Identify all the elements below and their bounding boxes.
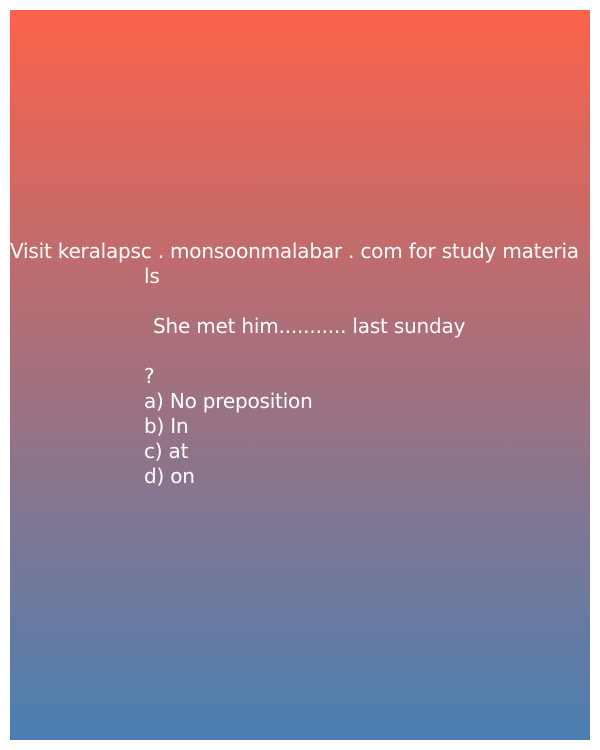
question-mark: ? xyxy=(144,364,155,388)
option-b: b) In xyxy=(144,414,189,438)
website-line: Visit keralapsc . monsoonmalabar . com f… xyxy=(10,239,579,263)
option-d: d) on xyxy=(144,464,195,488)
option-a: a) No preposition xyxy=(144,389,313,413)
quiz-card: Visit keralapsc . monsoonmalabar . com f… xyxy=(10,10,590,740)
website-line-continued: ls xyxy=(144,264,160,288)
question-text: She met him........... last sunday xyxy=(153,314,466,338)
quiz-content: Visit keralapsc . monsoonmalabar . com f… xyxy=(10,239,590,489)
option-c: c) at xyxy=(144,439,189,463)
